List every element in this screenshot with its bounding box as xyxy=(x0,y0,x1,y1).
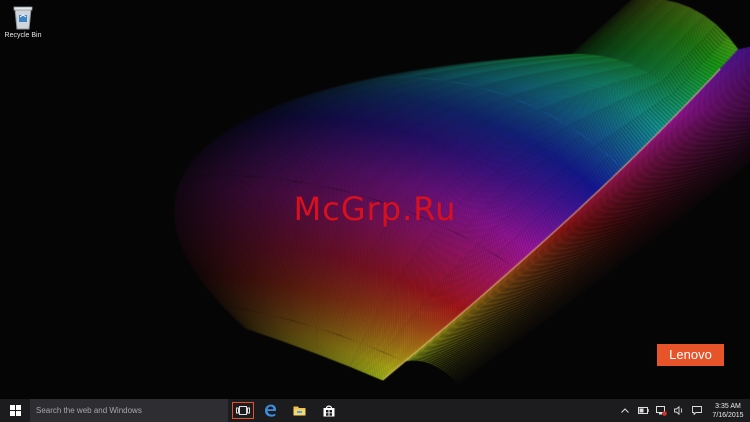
windows-logo-icon xyxy=(9,405,21,416)
volume-button[interactable] xyxy=(670,399,688,422)
clock-date: 7/16/2015 xyxy=(712,411,744,419)
file-explorer-icon xyxy=(293,406,306,416)
show-hidden-icons-button[interactable] xyxy=(616,399,634,422)
task-view-highlight xyxy=(232,402,254,419)
chevron-up-icon xyxy=(621,408,629,413)
clock-time: 3:35 AM xyxy=(715,402,741,410)
network-button[interactable] xyxy=(652,399,670,422)
start-button[interactable] xyxy=(0,399,30,422)
system-tray: 3:35 AM 7/16/2015 xyxy=(616,399,750,422)
taskbar-pin-edge[interactable] xyxy=(256,399,285,422)
edge-browser-icon xyxy=(265,404,277,417)
task-view-button[interactable] xyxy=(230,399,256,422)
search-placeholder: Search the web and Windows xyxy=(36,406,142,415)
lenovo-badge: Lenovo xyxy=(657,344,724,366)
network-icon xyxy=(655,405,667,416)
taskbar-pin-file-explorer[interactable] xyxy=(285,399,314,422)
desktop-icon-recycle-bin[interactable]: Recycle Bin xyxy=(2,4,44,39)
task-view-icon xyxy=(236,406,250,415)
desktop-icon-label: Recycle Bin xyxy=(4,32,42,39)
battery-button[interactable] xyxy=(634,399,652,422)
clock[interactable]: 3:35 AM 7/16/2015 xyxy=(706,402,750,420)
search-box[interactable]: Search the web and Windows xyxy=(30,399,228,422)
taskbar-pin-store[interactable] xyxy=(314,399,343,422)
desktop: Recycle Bin McGrp.Ru Lenovo xyxy=(0,0,750,399)
watermark-text: McGrp.Ru xyxy=(293,190,457,228)
action-center-button[interactable] xyxy=(688,399,706,422)
action-center-icon xyxy=(692,406,702,415)
store-icon xyxy=(323,405,334,417)
volume-icon xyxy=(673,406,682,415)
taskbar: Search the web and Windows 3:35 AM 7/16/… xyxy=(0,399,750,422)
battery-icon xyxy=(637,407,649,414)
recycle-bin-icon xyxy=(13,6,33,30)
